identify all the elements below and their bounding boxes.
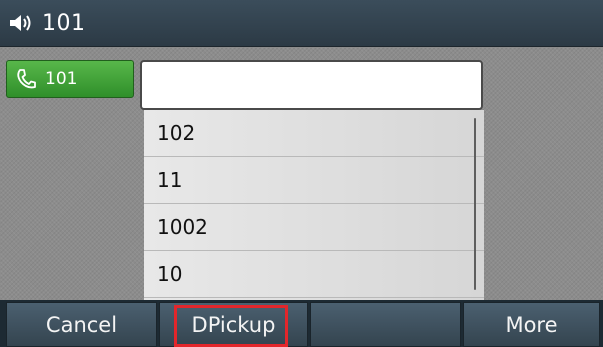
speaker-icon — [8, 11, 38, 35]
suggestion-item[interactable]: 1002 — [144, 204, 484, 251]
suggestion-item[interactable]: 102 — [144, 110, 484, 157]
list-scrollbar[interactable] — [474, 118, 476, 290]
phone-icon — [15, 67, 37, 91]
dial-input[interactable] — [140, 60, 483, 110]
empty-softkey[interactable] — [310, 302, 461, 347]
dpickup-softkey[interactable]: DPickup — [159, 302, 308, 347]
title-text: 101 — [42, 10, 86, 36]
line-key-101[interactable]: 101 — [6, 60, 134, 98]
more-softkey[interactable]: More — [463, 302, 600, 347]
cancel-softkey[interactable]: Cancel — [6, 302, 157, 347]
suggestion-list: 102 11 1002 10 — [144, 110, 484, 300]
line-key-label: 101 — [45, 69, 78, 89]
suggestion-item[interactable]: 11 — [144, 157, 484, 204]
phone-screen: 101 101 102 11 1002 10 Cancel DPickup Mo… — [0, 0, 603, 347]
title-bar: 101 — [0, 0, 603, 47]
suggestion-item[interactable]: 10 — [144, 251, 484, 298]
